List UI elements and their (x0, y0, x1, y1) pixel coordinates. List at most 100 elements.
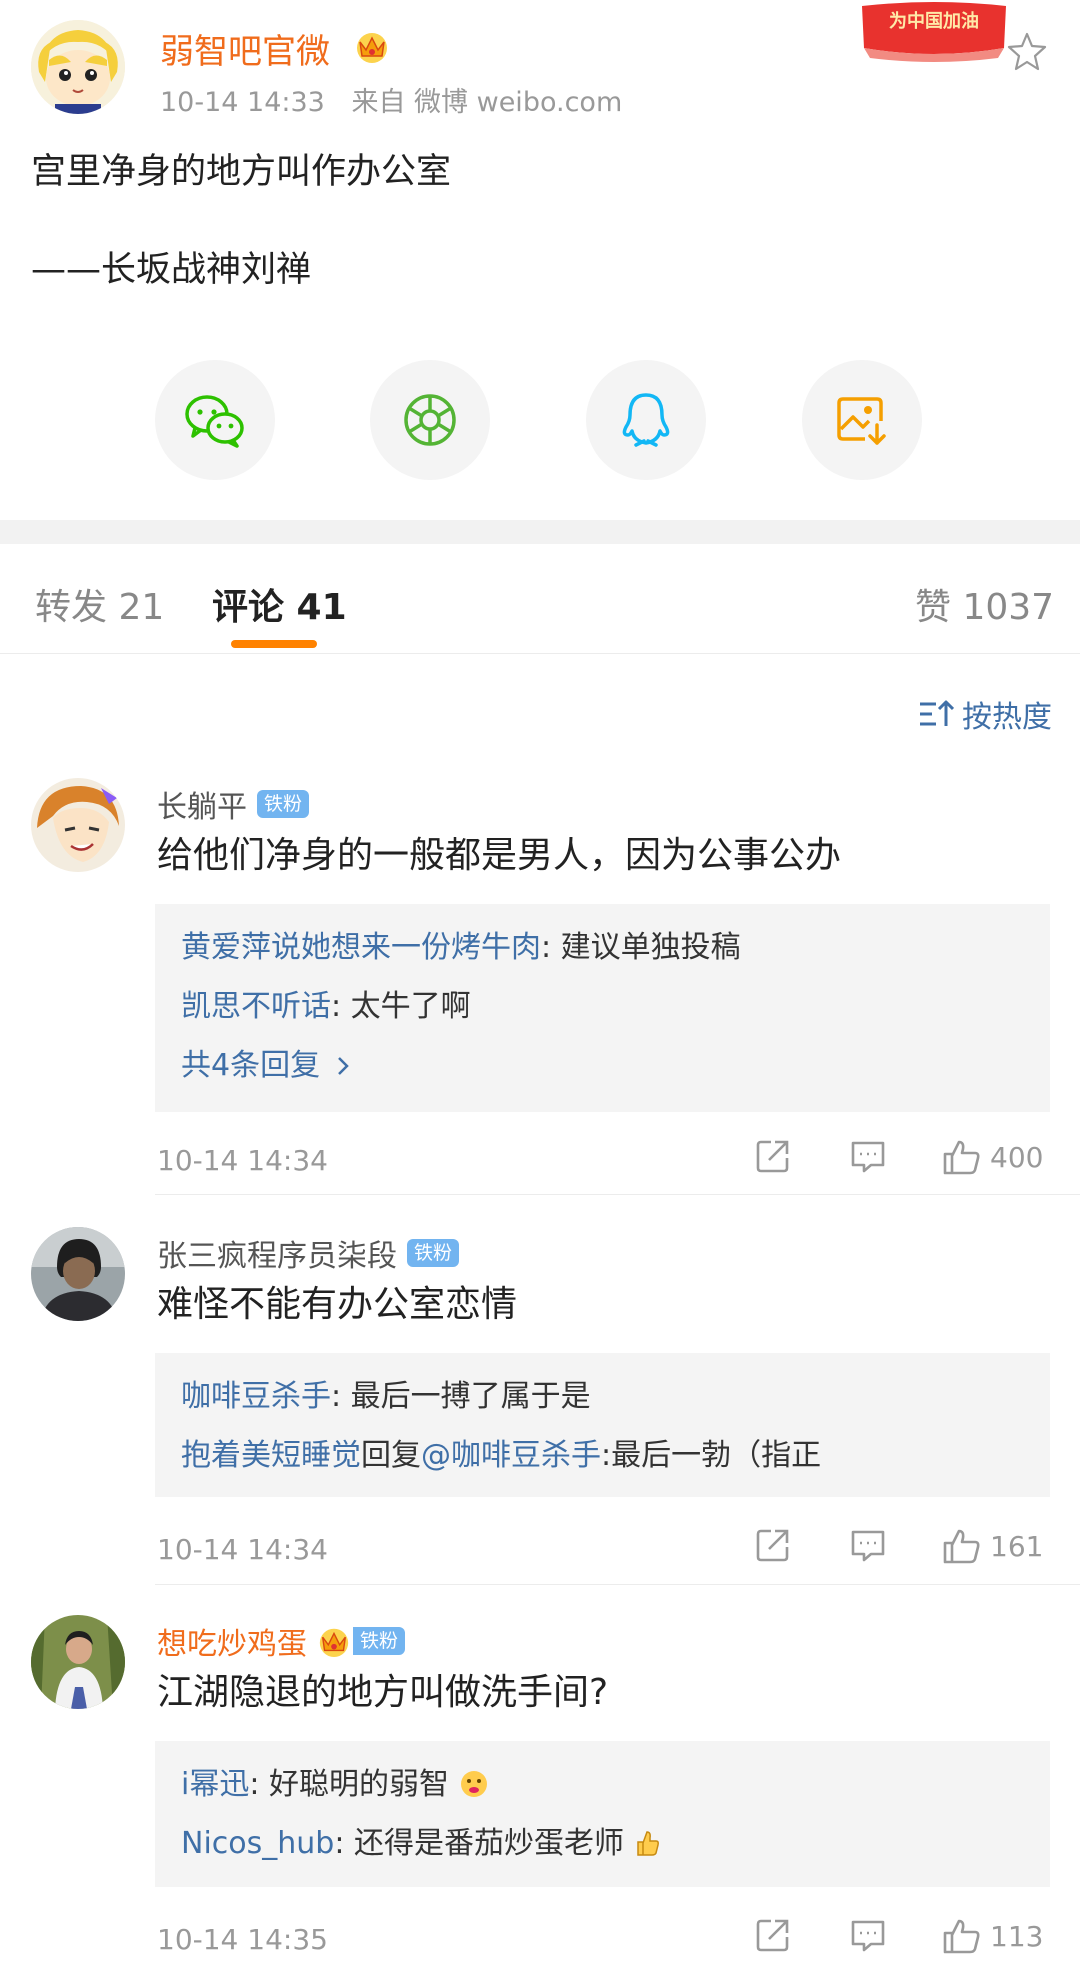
repost-comment-button[interactable] (755, 1138, 791, 1174)
sort-icon (920, 700, 954, 726)
comment-footer: 10-14 14:34 400 (0, 1132, 1080, 1192)
reply-line: 咖啡豆杀手: 最后一搏了属于是 (181, 1367, 1024, 1426)
vip-crown-icon (352, 28, 392, 64)
tab-bar: 转发 21 评论 41 赞 1037 (0, 544, 1080, 654)
comment-icon (851, 1530, 885, 1562)
more-replies-label: 共4条回复 (181, 1048, 321, 1083)
vip-crown-icon (315, 1624, 353, 1658)
comment-text: 给他们净身的一般都是男人，因为公事公办 (157, 835, 842, 876)
reply-box[interactable]: 咖啡豆杀手: 最后一搏了属于是 抱着美短睡觉回复@咖啡豆杀手:最后一勃（指正 (155, 1353, 1050, 1497)
post-time: 10-14 14:33 (160, 87, 325, 118)
reply-text: :最后一勃（指正 (601, 1438, 822, 1473)
more-replies-link[interactable]: 共4条回复 (181, 1036, 1024, 1095)
active-tab-indicator (231, 640, 317, 648)
share-moments-button[interactable] (370, 360, 490, 480)
save-image-icon (837, 397, 886, 445)
sort-by-hot-button[interactable]: 按热度 (918, 692, 1052, 736)
like-count: 113 (990, 1919, 1044, 1953)
comment-divider (155, 1584, 1080, 1585)
commenter-name[interactable]: 张三疯程序员柒段 铁粉 (157, 1231, 460, 1275)
like-button[interactable]: 400 (942, 1138, 1043, 1176)
repost-comment-button[interactable] (755, 1527, 791, 1563)
thumbs-up-emoji-icon (636, 1831, 659, 1856)
reply-line: 抱着美短睡觉回复@咖啡豆杀手:最后一勃（指正 (181, 1426, 1024, 1485)
thumbs-up-icon (943, 1529, 980, 1564)
reply-user[interactable]: i幂迅 (181, 1767, 249, 1802)
reply-separator: : (331, 989, 351, 1024)
share-wechat-button[interactable] (155, 360, 275, 480)
reply-text: 太牛了啊 (350, 989, 471, 1024)
reply-comment-button[interactable] (849, 1138, 887, 1174)
section-divider (0, 520, 1080, 544)
comment-icon (851, 1141, 885, 1173)
reply-text: 最后一搏了属于是 (350, 1379, 591, 1414)
thumbs-up-icon (943, 1140, 980, 1175)
reply-separator: : (541, 930, 561, 965)
commenter-name-text: 想吃炒鸡蛋 (157, 1627, 307, 1662)
reply-user[interactable]: Nicos_hub (181, 1826, 334, 1861)
commenter-name-text: 张三疯程序员柒段 (157, 1239, 397, 1274)
comment-time: 10-14 14:34 (157, 1144, 328, 1177)
reply-box[interactable]: i幂迅: 好聪明的弱智 Nicos_hub: 还得是番茄炒蛋老师 (155, 1741, 1050, 1887)
promo-banner[interactable]: 为中国加油 (858, 0, 1010, 64)
commenter-avatar[interactable] (31, 1227, 125, 1321)
reply-box[interactable]: 黄爱萍说她想来一份烤牛肉: 建议单独投稿 凯思不听话: 太牛了啊 共4条回复 (155, 904, 1050, 1112)
commenter-name-text: 长躺平 (157, 790, 247, 825)
share-qq-button[interactable] (586, 360, 706, 480)
fan-badge: 铁粉 (407, 1239, 460, 1267)
like-button[interactable]: 113 (942, 1917, 1043, 1955)
reply-separator: : (331, 1379, 351, 1414)
comment-footer: 10-14 14:35 113 (0, 1911, 1080, 1965)
fan-badge: 铁粉 (353, 1627, 406, 1655)
post-meta: 10-14 14:33 来自 微博 weibo.com (160, 80, 640, 119)
reply-mention[interactable]: @咖啡豆杀手 (421, 1438, 601, 1473)
comment-time: 10-14 14:34 (157, 1533, 328, 1566)
chevron-right-icon (338, 1056, 349, 1075)
reply-line: 黄爱萍说她想来一份烤牛肉: 建议单独投稿 (181, 918, 1024, 977)
post-source: 来自 微博 weibo.com (351, 87, 623, 118)
repost-comment-button[interactable] (755, 1917, 791, 1953)
comment-text: 难怪不能有办公室恋情 (157, 1284, 518, 1325)
reply-comment-button[interactable] (849, 1527, 887, 1563)
reply-verb: 回复 (361, 1438, 421, 1473)
reply-user[interactable]: 咖啡豆杀手 (181, 1379, 331, 1414)
qq-icon (622, 393, 670, 447)
commenter-name[interactable]: 长躺平 铁粉 (157, 782, 310, 826)
reply-text: 还得是番茄炒蛋老师 (353, 1826, 624, 1861)
moments-icon (404, 394, 456, 446)
reply-comment-button[interactable] (849, 1917, 887, 1953)
wechat-icon (185, 395, 244, 448)
share-out-icon (756, 1529, 789, 1562)
favorite-star-icon[interactable] (1006, 30, 1048, 72)
comment-text: 江湖隐退的地方叫做洗手间? (157, 1672, 609, 1713)
share-out-icon (756, 1919, 789, 1952)
commenter-avatar[interactable] (31, 1615, 125, 1709)
reply-text: 建议单独投稿 (560, 930, 741, 965)
reply-separator: : (249, 1767, 269, 1802)
like-button[interactable]: 161 (942, 1527, 1043, 1565)
drooling-emoji-icon (460, 1771, 487, 1797)
tab-comments[interactable]: 评论 41 (212, 578, 347, 630)
comment-divider (155, 1194, 1080, 1195)
like-count: 161 (990, 1529, 1044, 1563)
sort-label: 按热度 (962, 700, 1052, 735)
promo-text: 为中国加油 (889, 10, 979, 32)
reply-user[interactable]: 凯思不听话 (181, 989, 331, 1024)
reply-line: i幂迅: 好聪明的弱智 (181, 1755, 1024, 1814)
commenter-avatar[interactable] (31, 778, 125, 872)
reply-user[interactable]: 抱着美短睡觉 (181, 1438, 361, 1473)
thumbs-up-icon (943, 1919, 980, 1954)
comment-icon (851, 1920, 885, 1952)
post-signature: ——长坂战神刘禅 (31, 250, 312, 290)
reply-text: 好聪明的弱智 (269, 1767, 449, 1802)
author-avatar[interactable] (31, 20, 125, 114)
reply-user[interactable]: 黄爱萍说她想来一份烤牛肉 (181, 930, 541, 965)
reply-line: Nicos_hub: 还得是番茄炒蛋老师 (181, 1814, 1024, 1873)
tab-repost[interactable]: 转发 21 (35, 578, 164, 630)
share-out-icon (756, 1140, 789, 1173)
tab-likes[interactable]: 赞 1037 (915, 578, 1054, 630)
comment-footer: 10-14 14:34 161 (0, 1521, 1080, 1581)
author-name[interactable]: 弱智吧官微 (160, 24, 330, 73)
commenter-name[interactable]: 想吃炒鸡蛋 铁粉 (157, 1619, 406, 1663)
save-image-button[interactable] (802, 360, 922, 480)
